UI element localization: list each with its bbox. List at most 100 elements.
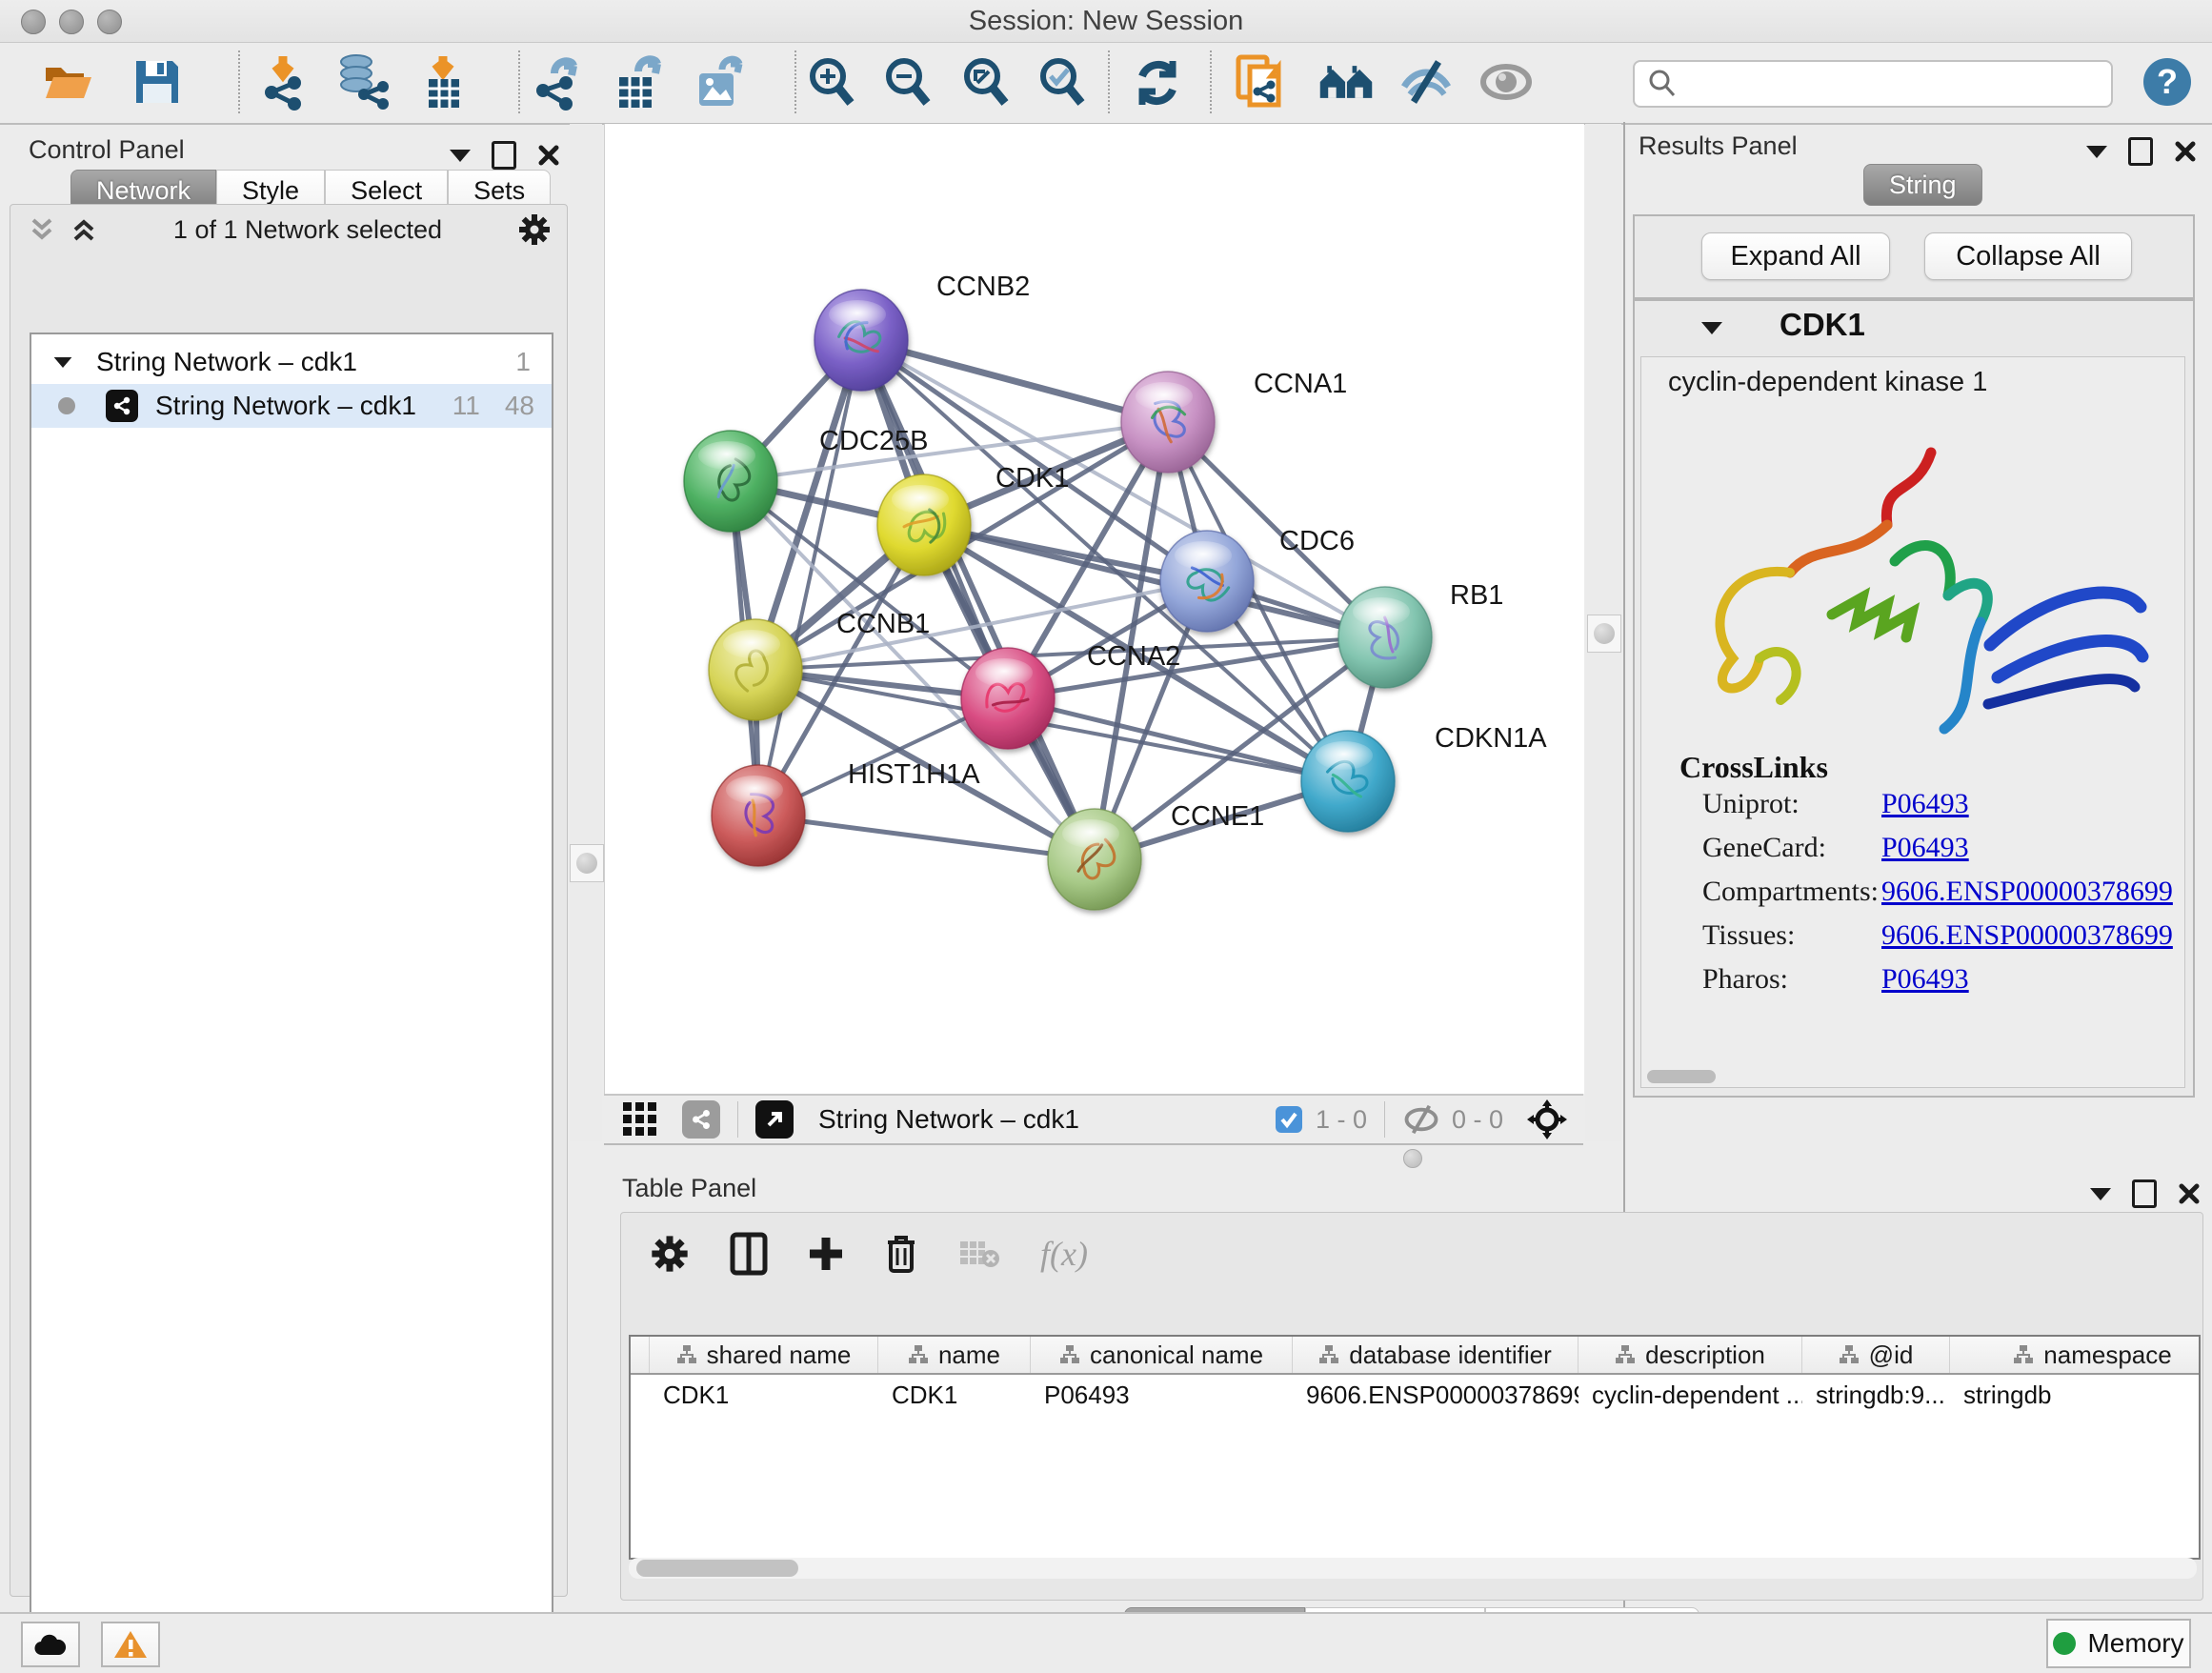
- network-node-RB1[interactable]: [1338, 587, 1432, 688]
- left-splitter-handle[interactable]: [570, 844, 604, 882]
- zoom-out-button[interactable]: [878, 52, 937, 111]
- panel-menu-icon[interactable]: [2090, 1188, 2111, 1200]
- network-canvas[interactable]: CCNB2CCNA1CDC25BCDK1CDC6RB1CCNB1CCNA2CDK…: [604, 124, 1584, 1094]
- network-edge-HIST1H1A-CCNE1[interactable]: [758, 816, 1095, 859]
- crosslink-link[interactable]: 9606.ENSP00000378699: [1881, 876, 2173, 908]
- hidden-eye-icon[interactable]: [1402, 1103, 1440, 1136]
- memory-button[interactable]: Memory: [2046, 1619, 2191, 1668]
- table-cell[interactable]: CDK1: [878, 1375, 1031, 1415]
- network-graph[interactable]: CCNB2CCNA1CDC25BCDK1CDC6RB1CCNB1CCNA2CDK…: [605, 124, 1584, 1094]
- crosslink-link[interactable]: 9606.ENSP00000378699: [1881, 919, 2173, 952]
- gene-expander-icon[interactable]: [1701, 322, 1722, 334]
- table-gear-icon[interactable]: [650, 1234, 690, 1274]
- network-node-CDC25B[interactable]: [684, 431, 777, 532]
- detach-view-button[interactable]: [755, 1100, 794, 1139]
- column-header-database-identifier[interactable]: database identifier: [1293, 1337, 1579, 1373]
- select-columns-icon[interactable]: [730, 1232, 768, 1276]
- selected-checkbox-icon[interactable]: [1274, 1104, 1304, 1135]
- column-header-canonical-name[interactable]: canonical name: [1031, 1337, 1293, 1373]
- fit-content-crosshair-icon[interactable]: [1526, 1099, 1568, 1140]
- network-node-CCNA1[interactable]: [1121, 372, 1215, 473]
- right-splitter-handle[interactable]: [1587, 615, 1621, 653]
- network-node-CDK1[interactable]: [877, 474, 971, 575]
- network-node-CCNE1[interactable]: [1048, 809, 1141, 910]
- clone-network-button[interactable]: [1231, 52, 1290, 111]
- panel-close-icon[interactable]: [537, 144, 560, 167]
- save-session-button[interactable]: [128, 52, 187, 111]
- panel-menu-icon[interactable]: [450, 150, 471, 162]
- panel-close-icon[interactable]: [2174, 140, 2197, 163]
- table-cell[interactable]: 9606.ENSP00000378699: [1293, 1375, 1579, 1415]
- export-table-button[interactable]: [610, 52, 669, 111]
- panel-float-icon[interactable]: [492, 141, 516, 170]
- network-node-CDC6[interactable]: [1160, 531, 1254, 632]
- cloud-status-button[interactable]: [21, 1622, 80, 1667]
- crosslink-link[interactable]: P06493: [1881, 832, 1969, 864]
- crosslink-link[interactable]: P06493: [1881, 788, 1969, 820]
- network-edge-CCNB2-HIST1H1A[interactable]: [758, 340, 861, 816]
- horizontal-splitter-handle[interactable]: [1403, 1149, 1422, 1168]
- export-image-button[interactable]: [690, 52, 749, 111]
- right-splitter[interactable]: [1585, 124, 1621, 1141]
- export-network-button[interactable]: [530, 52, 589, 111]
- show-hidden-button[interactable]: [1477, 52, 1536, 111]
- export-network-icon: [530, 52, 589, 111]
- network-row[interactable]: String Network – cdk1 11 48: [31, 384, 552, 428]
- hide-annotations-button[interactable]: [1397, 52, 1456, 111]
- network-collection-row[interactable]: String Network – cdk1 1: [31, 340, 552, 384]
- network-node-CCNA2[interactable]: [961, 648, 1055, 749]
- panel-float-icon[interactable]: [2132, 1179, 2157, 1208]
- results-hscroll-thumb[interactable]: [1647, 1070, 1716, 1083]
- expand-all-button[interactable]: Expand All: [1701, 232, 1890, 280]
- table-cell[interactable]: stringdb:9...: [1802, 1375, 1950, 1415]
- import-network-button[interactable]: [253, 52, 312, 111]
- add-column-icon[interactable]: [808, 1236, 844, 1272]
- toolbar-search-field[interactable]: [1633, 60, 2113, 108]
- tab-string-results[interactable]: String: [1863, 164, 1982, 206]
- window-title: Session: New Session: [0, 0, 2212, 42]
- panel-close-icon[interactable]: [2178, 1182, 2201, 1205]
- diagonal-arrow-icon: [763, 1108, 786, 1131]
- memory-status-dot: [2053, 1632, 2076, 1655]
- toolbar-divider: [518, 50, 520, 113]
- help-button[interactable]: ?: [2138, 52, 2197, 111]
- import-network-from-database-button[interactable]: [332, 52, 391, 111]
- crosslink-link[interactable]: P06493: [1881, 963, 1969, 996]
- column-header-description[interactable]: description: [1579, 1337, 1802, 1373]
- collapse-all-button[interactable]: Collapse All: [1924, 232, 2132, 280]
- open-session-button[interactable]: [38, 52, 97, 111]
- column-header-name[interactable]: name: [878, 1337, 1031, 1373]
- table-row[interactable]: CDK1CDK1P064939606.ENSP00000378699cyclin…: [631, 1375, 2199, 1415]
- zoom-in-button[interactable]: [802, 52, 861, 111]
- network-overview-toggle[interactable]: [682, 1100, 720, 1139]
- network-node-CCNB1[interactable]: [709, 619, 802, 720]
- column-header-shared-name[interactable]: shared name: [650, 1337, 878, 1373]
- left-splitter[interactable]: [570, 124, 602, 1141]
- zoom-selected-button[interactable]: [1033, 52, 1092, 111]
- gear-icon[interactable]: [517, 212, 552, 247]
- network-node-HIST1H1A[interactable]: [712, 765, 805, 866]
- column-header-@id[interactable]: @id: [1802, 1337, 1950, 1373]
- show-all-networks-button[interactable]: [1317, 52, 1376, 111]
- table-cell[interactable]: CDK1: [650, 1375, 878, 1415]
- column-header-namespace[interactable]: namespace: [1950, 1337, 2201, 1373]
- table-cell[interactable]: cyclin-dependent ...: [1579, 1375, 1802, 1415]
- node-table[interactable]: shared namenamecanonical namedatabase id…: [629, 1335, 2201, 1560]
- birdseye-grid-icon[interactable]: [621, 1100, 659, 1139]
- delete-column-icon[interactable]: [884, 1233, 918, 1275]
- apply-layout-button[interactable]: [1128, 52, 1187, 111]
- network-node-CDKN1A[interactable]: [1301, 731, 1395, 832]
- collapse-all-icon[interactable]: [28, 216, 56, 243]
- table-hscrollbar[interactable]: [629, 1558, 2197, 1579]
- table-cell[interactable]: stringdb: [1950, 1375, 2201, 1415]
- import-table-button[interactable]: [413, 52, 473, 111]
- warnings-button[interactable]: [101, 1622, 160, 1667]
- panel-float-icon[interactable]: [2128, 137, 2153, 166]
- panel-menu-icon[interactable]: [2086, 146, 2107, 158]
- table-cell[interactable]: P06493: [1031, 1375, 1293, 1415]
- tree-expander-icon[interactable]: [54, 356, 72, 367]
- expand-all-icon[interactable]: [70, 216, 98, 243]
- zoom-fit-button[interactable]: [956, 52, 1016, 111]
- search-input[interactable]: [1686, 69, 2111, 100]
- network-node-CCNB2[interactable]: [814, 290, 908, 391]
